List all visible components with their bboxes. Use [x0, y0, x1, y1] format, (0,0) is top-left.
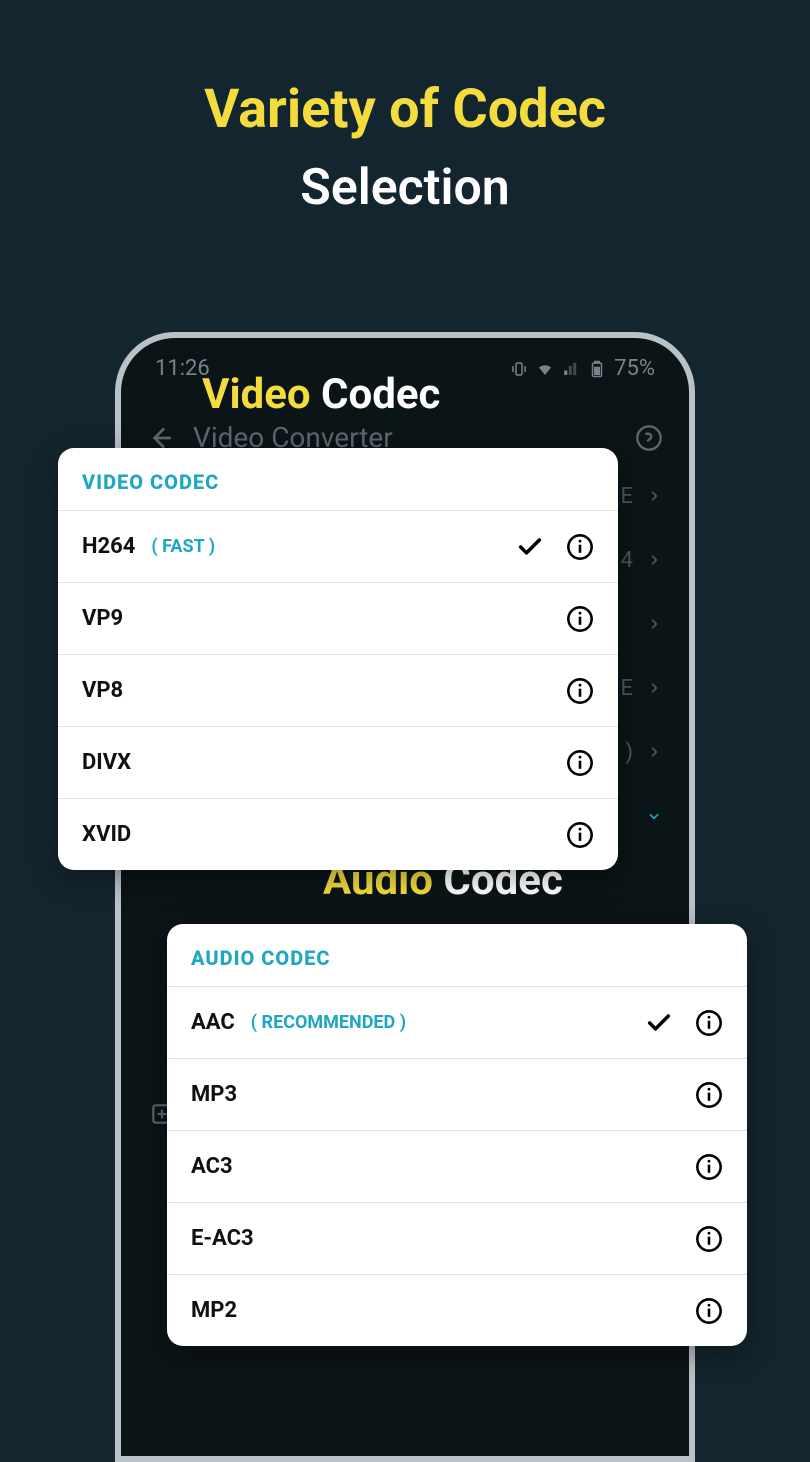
video-codec-header: VIDEO CODEC: [58, 448, 618, 510]
info-icon[interactable]: [566, 677, 594, 705]
back-arrow-icon[interactable]: [147, 425, 173, 451]
option-name: VP9: [82, 606, 123, 631]
option-name: MP2: [191, 1298, 237, 1323]
info-icon[interactable]: [566, 749, 594, 777]
chevron-down-icon: [647, 809, 661, 823]
headline-top: Variety of Codec: [0, 78, 810, 141]
audio-codec-option[interactable]: MP2: [167, 1274, 747, 1346]
audio-codec-option[interactable]: AAC ( RECOMMENDED ): [167, 986, 747, 1058]
chevron-right-icon: [647, 553, 661, 567]
option-name: AAC: [191, 1010, 235, 1035]
video-codec-options: H264 ( FAST ) VP9 VP8 DIVX XVID: [58, 510, 618, 870]
video-codec-card: VIDEO CODEC H264 ( FAST ) VP9 VP8 DIVX XVID: [58, 448, 618, 870]
audio-codec-option[interactable]: MP3: [167, 1058, 747, 1130]
option-name: E-AC3: [191, 1226, 254, 1251]
audio-codec-option[interactable]: E-AC3: [167, 1202, 747, 1274]
video-codec-option[interactable]: VP9: [58, 582, 618, 654]
signal-icon: [562, 360, 580, 378]
video-codec-option[interactable]: H264 ( FAST ): [58, 510, 618, 582]
audio-codec-card: AUDIO CODEC AAC ( RECOMMENDED ) MP3 AC3 E-AC…: [167, 924, 747, 1346]
option-tag: ( RECOMMENDED ): [251, 1012, 406, 1033]
info-icon[interactable]: [566, 533, 594, 561]
check-icon: [516, 533, 544, 561]
info-icon[interactable]: [695, 1297, 723, 1325]
chevron-right-icon: [647, 617, 661, 631]
info-icon[interactable]: [695, 1009, 723, 1037]
vibrate-icon: [510, 360, 528, 378]
video-codec-option[interactable]: DIVX: [58, 726, 618, 798]
option-tag: ( FAST ): [151, 536, 215, 557]
status-battery-text: 75%: [614, 356, 655, 381]
info-icon[interactable]: [566, 821, 594, 849]
video-codec-label: Video Codec: [202, 370, 440, 419]
chevron-right-icon: [647, 489, 661, 503]
video-codec-option[interactable]: XVID: [58, 798, 618, 870]
status-right: 75%: [510, 356, 655, 381]
check-icon: [645, 1009, 673, 1037]
battery-icon: [588, 360, 606, 378]
info-icon[interactable]: [566, 605, 594, 633]
info-icon[interactable]: [695, 1153, 723, 1181]
option-name: AC3: [191, 1154, 233, 1179]
video-codec-option[interactable]: VP8: [58, 654, 618, 726]
headline: Variety of Codec Selection: [0, 0, 810, 217]
option-name: H264: [82, 534, 135, 559]
option-name: XVID: [82, 822, 131, 847]
option-name: MP3: [191, 1082, 237, 1107]
info-icon[interactable]: [695, 1225, 723, 1253]
audio-codec-header: AUDIO CODEC: [167, 924, 747, 986]
audio-codec-options: AAC ( RECOMMENDED ) MP3 AC3 E-AC3 MP2: [167, 986, 747, 1346]
chevron-right-icon: [647, 681, 661, 695]
help-icon[interactable]: [635, 424, 663, 452]
option-name: DIVX: [82, 750, 131, 775]
option-name: VP8: [82, 678, 123, 703]
chevron-right-icon: [647, 745, 661, 759]
headline-bottom: Selection: [0, 159, 810, 217]
info-icon[interactable]: [695, 1081, 723, 1109]
audio-codec-option[interactable]: AC3: [167, 1130, 747, 1202]
wifi-icon: [536, 360, 554, 378]
